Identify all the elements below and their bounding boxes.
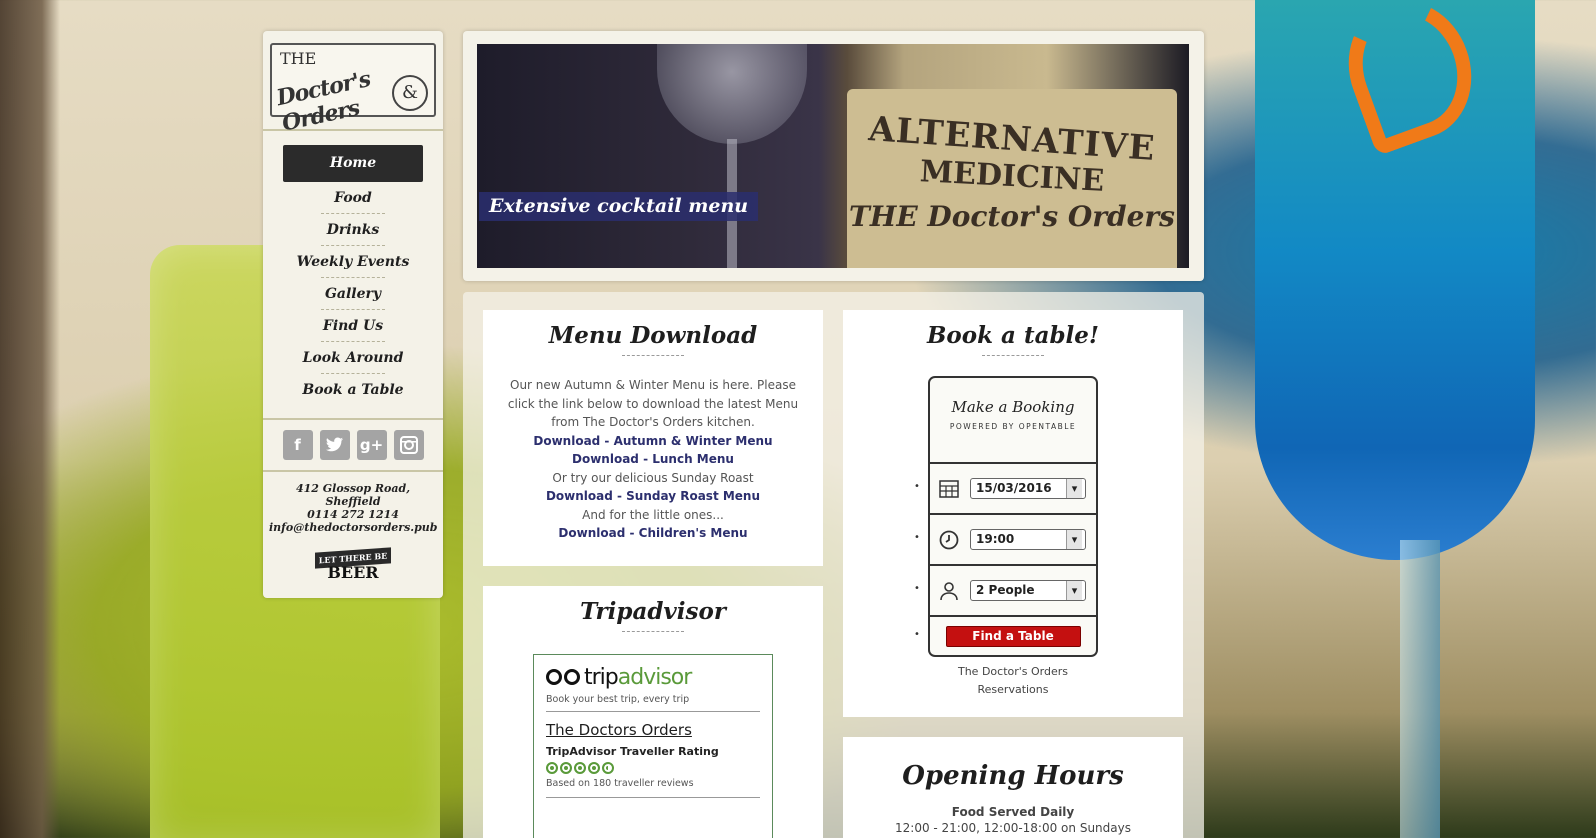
tripadvisor-widget: tripadvisor Book your best trip, every t… [533, 654, 773, 838]
address: 412 Glossop Road, Sheffield [295, 482, 411, 508]
sunday-roast-text: Or try our delicious Sunday Roast [552, 470, 754, 485]
rating-bubble [560, 762, 572, 774]
logo-ampersand: & [392, 75, 428, 111]
nav-item-drinks[interactable]: Drinks [283, 214, 423, 246]
contact-info: 412 Glossop Road, Sheffield 0114 272 121… [263, 472, 443, 598]
social-links: f g+ [263, 420, 443, 472]
nav-item-find-us[interactable]: Find Us [283, 310, 423, 342]
title-divider [982, 355, 1044, 356]
download-autumn-winter-menu-link[interactable]: Download - Autumn & Winter Menu [483, 432, 823, 451]
tripadvisor-rating-bubbles [546, 762, 760, 774]
hero-wine-glass [657, 44, 807, 144]
find-a-table-button[interactable]: Find a Table [945, 625, 1081, 647]
hero-caption: Extensive cocktail menu [479, 192, 759, 221]
twitter-icon[interactable] [319, 430, 350, 460]
background-glass-stem [1400, 540, 1440, 838]
opening-hours-title: Opening Hours [902, 761, 1124, 791]
instagram-icon[interactable] [393, 430, 424, 460]
nav-item-food[interactable]: Food [283, 182, 423, 214]
download-lunch-menu-link[interactable]: Download - Lunch Menu [483, 450, 823, 469]
nav-item-weekly-events[interactable]: Weekly Events [283, 246, 423, 278]
date-select[interactable]: 15/03/2016 [970, 478, 1086, 499]
reservations-line2: Reservations [977, 683, 1049, 696]
tripadvisor-logo[interactable]: tripadvisor [546, 665, 760, 690]
tripadvisor-review-count: Based on 180 traveller reviews [546, 778, 760, 798]
beer-badge: LET THERE BE BEER [315, 546, 391, 584]
reservations-line1: The Doctor's Orders [957, 665, 1068, 678]
menu-download-title: Menu Download [548, 322, 758, 349]
facebook-icon[interactable]: f [282, 430, 313, 460]
tripadvisor-rating-label: TripAdvisor Traveller Rating [546, 745, 719, 758]
tripadvisor-title: Tripadvisor [580, 598, 726, 625]
widget-title: Make a Booking [951, 398, 1075, 416]
little-ones-text: And for the little ones... [582, 507, 724, 522]
time-select[interactable]: 19:00 [970, 529, 1086, 550]
clock-icon [939, 530, 959, 549]
party-size-select[interactable]: 2 People [970, 580, 1086, 601]
opening-hours-card: Opening Hours Food Served Daily 12:00 - … [843, 737, 1183, 838]
food-served-label: Food Served Daily [951, 805, 1075, 819]
tripadvisor-tagline: Book your best trip, every trip [546, 694, 760, 712]
hero-banner: ALTERNATIVE MEDICINE THE Doctor's Orders… [463, 31, 1204, 281]
site-logo[interactable]: THE Doctor's Orders & [270, 43, 436, 137]
sidebar: THE Doctor's Orders & Home Food Drinks W… [263, 31, 443, 598]
hero-label-line3: THE Doctor's Orders [849, 200, 1175, 233]
nav-item-book-a-table[interactable]: Book a Table [283, 374, 423, 406]
download-childrens-menu-link[interactable]: Download - Children's Menu [483, 524, 823, 543]
rating-bubble [574, 762, 586, 774]
nav-item-gallery[interactable]: Gallery [283, 278, 423, 310]
opentable-widget: Make a Booking POWERED BY OPENTABLE 15/0… [914, 376, 1098, 657]
rating-bubble [588, 762, 600, 774]
hero-image: ALTERNATIVE MEDICINE THE Doctor's Orders… [477, 44, 1189, 268]
tripadvisor-venue-link[interactable]: The Doctors Orders [546, 721, 760, 739]
download-sunday-roast-menu-link[interactable]: Download - Sunday Roast Menu [483, 487, 823, 506]
party-size-row: 2 People [914, 566, 1096, 617]
find-table-row: Find a Table [914, 617, 1096, 655]
opening-hours-times: 12:00 - 21:00, 12:00-18:00 on Sundays [895, 821, 1131, 835]
phone-number[interactable]: 0114 272 1214 [269, 508, 437, 521]
tripadvisor-wordmark: tripadvisor [584, 665, 692, 690]
calendar-icon [939, 479, 959, 498]
nav-item-look-around[interactable]: Look Around [283, 342, 423, 374]
book-table-card: Book a table! Make a Booking POWERED BY … [843, 310, 1183, 717]
book-table-title: Book a table! [926, 322, 1100, 349]
google-plus-icon[interactable]: g+ [356, 430, 387, 460]
logo-the: THE [280, 49, 317, 68]
nav-item-home[interactable]: Home [283, 145, 423, 182]
main-nav: Home Food Drinks Weekly Events Gallery F… [263, 131, 443, 420]
email-address[interactable]: info@thedoctorsorders.pub [269, 521, 437, 534]
rating-bubble [546, 762, 558, 774]
reservations-caption: The Doctor's Orders Reservations [843, 663, 1183, 699]
menu-intro-text: Our new Autumn & Winter Menu is here. Pl… [507, 378, 799, 429]
title-divider [622, 355, 684, 356]
person-icon [940, 581, 958, 600]
rating-bubble-half [602, 762, 614, 774]
menu-download-card: Menu Download Our new Autumn & Winter Me… [483, 310, 823, 566]
content-panel: Menu Download Our new Autumn & Winter Me… [463, 292, 1204, 838]
tripadvisor-owl-icon [546, 668, 580, 687]
hero-bottle-label: ALTERNATIVE MEDICINE THE Doctor's Orders [847, 89, 1177, 268]
beer-badge-word: BEER [327, 563, 379, 582]
time-row: 19:00 [914, 515, 1096, 566]
date-row: 15/03/2016 [914, 464, 1096, 515]
widget-header: Make a Booking POWERED BY OPENTABLE [930, 378, 1096, 464]
logo-container: THE Doctor's Orders & [263, 31, 443, 137]
title-divider [622, 631, 684, 632]
widget-powered-by: POWERED BY OPENTABLE [949, 422, 1077, 431]
tripadvisor-card: Tripadvisor tripadvisor Book your best t… [483, 586, 823, 838]
background-lamp [0, 0, 60, 838]
